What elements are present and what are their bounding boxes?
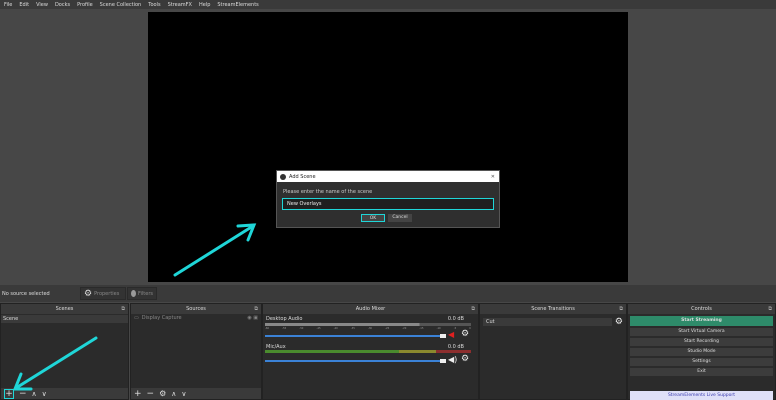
arrow-to-add-button <box>14 336 98 390</box>
annotation-arrows <box>12 223 257 391</box>
arrow-to-dialog <box>173 224 255 277</box>
